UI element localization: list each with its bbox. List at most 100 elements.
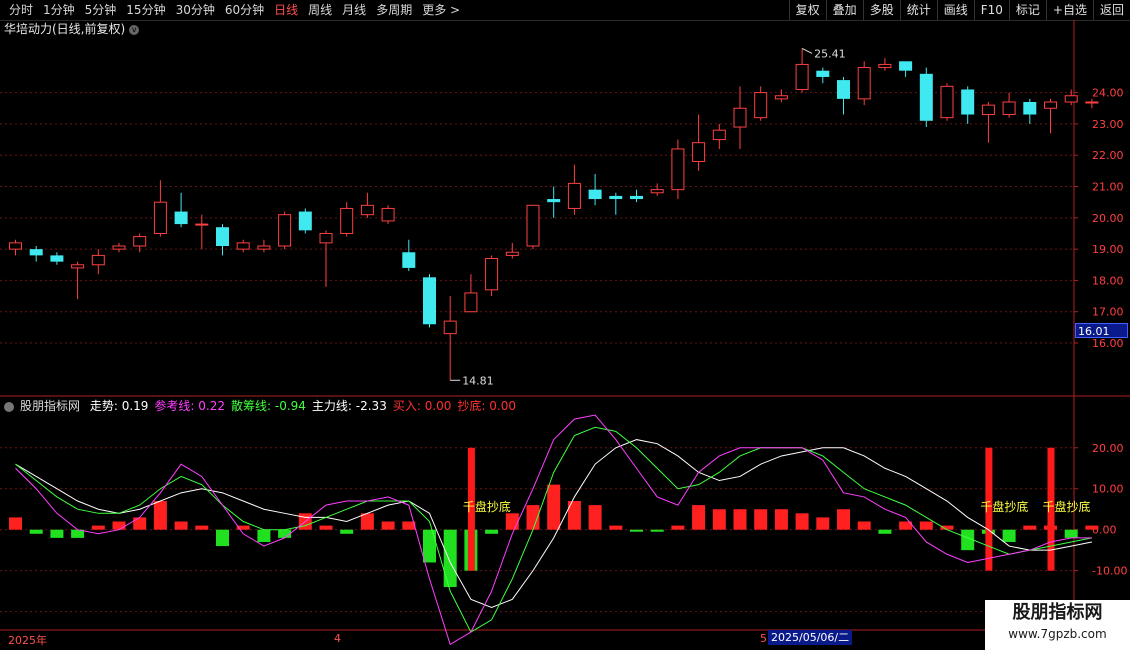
price-tick-label: 19.00 xyxy=(1092,243,1124,256)
watermark-logo: 股朋指标网 www.7gpzb.com xyxy=(985,600,1130,650)
candle-down xyxy=(961,89,975,115)
indicator-menu-icon[interactable] xyxy=(4,401,14,412)
price-tick-label: 20.00 xyxy=(1092,212,1124,225)
current-price-label: 16.01 xyxy=(1075,323,1128,338)
ind-tick-label: 10.00 xyxy=(1092,483,1124,496)
hist-bar xyxy=(878,529,892,534)
candle-up xyxy=(981,104,995,116)
signal-label: 千盘抄底 xyxy=(463,499,511,514)
hist-bar xyxy=(1085,525,1099,530)
hist-bar xyxy=(257,529,271,542)
candle-down xyxy=(1023,102,1037,115)
hist-bar xyxy=(360,513,374,530)
candle-up xyxy=(91,254,105,266)
hist-bar xyxy=(319,525,333,530)
candle-up xyxy=(1044,101,1057,109)
candle-down xyxy=(899,61,913,71)
candle-down xyxy=(402,252,416,268)
ind-tick-label: 20.00 xyxy=(1092,442,1124,455)
hist-bar xyxy=(381,521,395,530)
hist-bar xyxy=(857,521,871,530)
hist-bar xyxy=(29,529,43,534)
candle-up xyxy=(712,129,726,141)
candle-up xyxy=(1002,101,1016,116)
candle-down xyxy=(29,249,43,256)
hist-bar xyxy=(153,501,167,530)
month-5-label: 5 xyxy=(760,632,767,645)
logo-url: www.7gpzb.com xyxy=(1008,627,1107,641)
candle-up xyxy=(857,67,871,100)
price-tick-label: 23.00 xyxy=(1092,118,1124,131)
candle-up xyxy=(9,242,22,250)
indicator-name: 股朋指标网 xyxy=(20,399,81,413)
hist-bar xyxy=(692,505,706,530)
kline-chart[interactable]: 24.00 23.00 22.00 21.00 20.00 19.00 18.00 17.00… xyxy=(0,0,1130,650)
candle-down xyxy=(919,73,933,121)
hist-bar xyxy=(774,509,788,530)
hist-bar xyxy=(195,525,209,530)
indicator-value-1: 参考线: 0.22 xyxy=(154,399,225,413)
hist-bar xyxy=(837,509,850,530)
hist-bar xyxy=(547,484,561,530)
candle-up xyxy=(671,148,685,191)
candle-up xyxy=(153,201,167,234)
hist-bar xyxy=(609,525,623,530)
hist-bar xyxy=(588,505,602,530)
hist-bar xyxy=(340,529,354,534)
candle-up xyxy=(485,258,499,291)
candle-down xyxy=(630,195,643,200)
high-marker-line xyxy=(801,48,813,54)
month-4-label: 4 xyxy=(334,632,341,645)
hist-bar xyxy=(133,517,147,530)
candle-up xyxy=(940,85,954,119)
hist-bar xyxy=(733,509,747,530)
candle-up xyxy=(381,207,395,222)
candle-up xyxy=(733,107,747,128)
candle-down xyxy=(50,255,64,262)
ind-tick-label: -10.00 xyxy=(1092,565,1127,578)
hist-bar xyxy=(940,525,954,530)
candle-up xyxy=(360,204,374,216)
low-price-label: 14.81 xyxy=(462,374,494,387)
indicator-value-3: 主力线: -2.33 xyxy=(311,399,387,413)
candle-down xyxy=(588,189,602,200)
candle-down xyxy=(174,211,188,225)
hist-bar xyxy=(795,513,809,530)
candle-up xyxy=(526,204,540,247)
indicator-value-5: 抄底: 0.00 xyxy=(457,399,516,413)
hist-bar xyxy=(9,517,22,530)
hist-bar xyxy=(423,529,436,563)
candle-up xyxy=(1064,95,1078,103)
candle-down xyxy=(216,227,229,246)
candle-up xyxy=(443,320,457,335)
price-tick-label: 24.00 xyxy=(1092,87,1124,100)
candle-up xyxy=(112,245,126,250)
hist-bar xyxy=(754,509,768,530)
candle-down xyxy=(837,80,850,99)
hist-bar xyxy=(816,517,830,530)
candle-up xyxy=(71,264,85,269)
date-axis: 2025年 4 5 xyxy=(0,632,1130,650)
hist-bar xyxy=(91,525,105,530)
hist-bar xyxy=(1023,525,1037,530)
hist-bar xyxy=(216,529,229,547)
candle-up xyxy=(464,292,478,313)
indicator-value-0: 走势: 0.19 xyxy=(89,399,149,413)
candle-down xyxy=(423,277,436,325)
indicator-value-4: 买入: 0.00 xyxy=(392,399,452,413)
candle-up xyxy=(567,182,581,209)
logo-title: 股朋指标网 xyxy=(1012,602,1103,623)
price-tick-label: 22.00 xyxy=(1092,149,1124,162)
price-tick-label: 21.00 xyxy=(1092,181,1124,194)
year-label: 2025年 xyxy=(8,634,47,647)
hist-bar xyxy=(505,513,519,530)
price-tick-label: 17.00 xyxy=(1092,306,1124,319)
cursor-date: 2025/05/06/二 xyxy=(768,630,853,645)
signal-label: 千盘抄底 xyxy=(1043,499,1091,514)
candle-up xyxy=(257,245,271,250)
hist-bar xyxy=(50,529,64,538)
hist-bar xyxy=(1064,529,1078,538)
hist-bar xyxy=(174,521,188,530)
candle-up xyxy=(1085,101,1099,104)
signal-label: 千盘抄底 xyxy=(980,499,1028,514)
